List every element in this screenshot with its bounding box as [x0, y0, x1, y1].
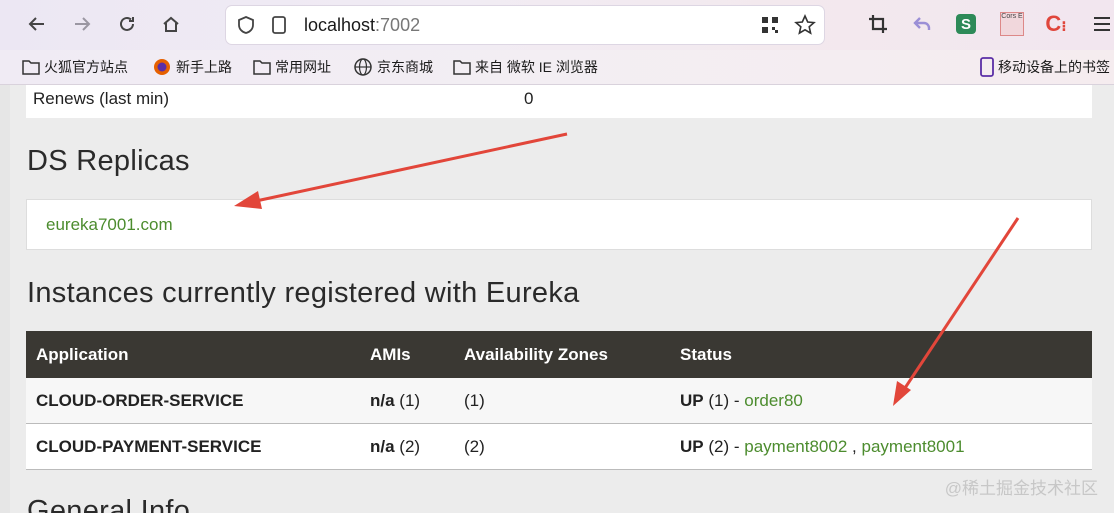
replica-link[interactable]: eureka7001.com: [46, 215, 173, 235]
status-cell: UP (1) - order80: [670, 378, 1092, 424]
zones-cell: (1): [454, 378, 670, 424]
table-header-row: Application AMIs Availability Zones Stat…: [26, 331, 1092, 378]
bookmark-label: 火狐官方站点: [44, 59, 128, 75]
bookmark-label: 来自 微软 IE 浏览器: [475, 59, 598, 75]
bookmark-label: 新手上路: [176, 59, 232, 75]
bookmark-label: 京东商城: [377, 59, 433, 75]
ds-replicas-title: DS Replicas: [27, 145, 190, 177]
table-row: CLOUD-PAYMENT-SERVICE n/a (2) (2) UP (2)…: [26, 423, 1092, 470]
amis-cell: n/a (2): [360, 423, 454, 470]
column-header-status: Status: [670, 331, 1092, 378]
zones-cell: (2): [454, 423, 670, 470]
reload-icon[interactable]: [112, 9, 142, 39]
folder-icon: [253, 60, 271, 75]
amis-cell: n/a (1): [360, 378, 454, 424]
table-row: CLOUD-ORDER-SERVICE n/a (1) (1) UP (1) -…: [26, 378, 1092, 424]
back-arrow-icon[interactable]: [22, 9, 52, 39]
instance-link[interactable]: payment8001: [862, 437, 965, 456]
crop-icon[interactable]: [863, 9, 893, 39]
application-cell: CLOUD-ORDER-SERVICE: [26, 378, 360, 424]
instance-link[interactable]: order80: [744, 391, 803, 410]
watermark: @稀土掘金技术社区: [944, 479, 1098, 498]
globe-icon: [354, 58, 372, 76]
browser-toolbar: localhost:7002 S Cors E C⁝: [0, 0, 1114, 50]
renews-row: Renews (last min) 0: [26, 85, 1092, 118]
forward-arrow-icon[interactable]: [67, 9, 97, 39]
page-content: Renews (last min) 0 DS Replicas eureka70…: [0, 85, 1114, 513]
bookmarks-bar: 火狐官方站点 新手上路 常用网址 京东商城 来自 微软 IE 浏览器 移动设备上…: [0, 50, 1114, 85]
undo-extension-icon[interactable]: [907, 9, 937, 39]
ds-replicas-box: eureka7001.com: [26, 199, 1092, 250]
red-arrow-to-replica: [255, 132, 568, 203]
folder-icon: [22, 60, 40, 75]
home-icon[interactable]: [156, 9, 186, 39]
qr-code-icon[interactable]: [760, 15, 780, 40]
column-header-amis: AMIs: [360, 331, 454, 378]
instances-table: Application AMIs Availability Zones Stat…: [26, 331, 1092, 470]
application-cell: CLOUD-PAYMENT-SERVICE: [26, 423, 360, 470]
bookmark-label: 常用网址: [275, 59, 331, 75]
url-bar[interactable]: localhost:7002: [226, 6, 824, 44]
folder-icon: [453, 60, 471, 75]
mobile-device-icon: [980, 57, 994, 77]
bookmark-item[interactable]: 京东商城: [353, 57, 433, 77]
menu-icon[interactable]: [1087, 9, 1114, 39]
firefox-icon: [154, 59, 170, 75]
bookmark-item[interactable]: 来自 微软 IE 浏览器: [453, 57, 598, 77]
c-extension-icon[interactable]: C⁝: [1041, 9, 1071, 39]
instances-title: Instances currently registered with Eure…: [27, 277, 580, 309]
column-header-zones: Availability Zones: [454, 331, 670, 378]
bookmark-item[interactable]: 火狐官方站点: [22, 57, 128, 77]
renews-label: Renews (last min): [33, 89, 170, 108]
s-extension-icon[interactable]: S: [951, 9, 981, 39]
general-info-title: General Info: [27, 495, 191, 513]
instance-link[interactable]: payment8002: [744, 437, 847, 456]
mobile-bookmarks-item[interactable]: 移动设备上的书签: [980, 57, 1110, 77]
shield-icon[interactable]: [236, 15, 256, 40]
bookmark-item[interactable]: 常用网址: [253, 57, 331, 77]
star-bookmark-icon[interactable]: [794, 14, 816, 41]
url-text: localhost:7002: [304, 15, 421, 35]
page-info-icon[interactable]: [270, 15, 288, 40]
column-header-application: Application: [26, 331, 360, 378]
left-gutter: [0, 85, 10, 513]
status-cell: UP (2) - payment8002 , payment8001: [670, 423, 1092, 470]
bookmark-label: 移动设备上的书签: [998, 59, 1110, 75]
cors-extension-icon[interactable]: Cors E: [997, 9, 1027, 39]
bookmark-item[interactable]: 新手上路: [152, 57, 232, 77]
renews-value: 0: [524, 89, 534, 108]
